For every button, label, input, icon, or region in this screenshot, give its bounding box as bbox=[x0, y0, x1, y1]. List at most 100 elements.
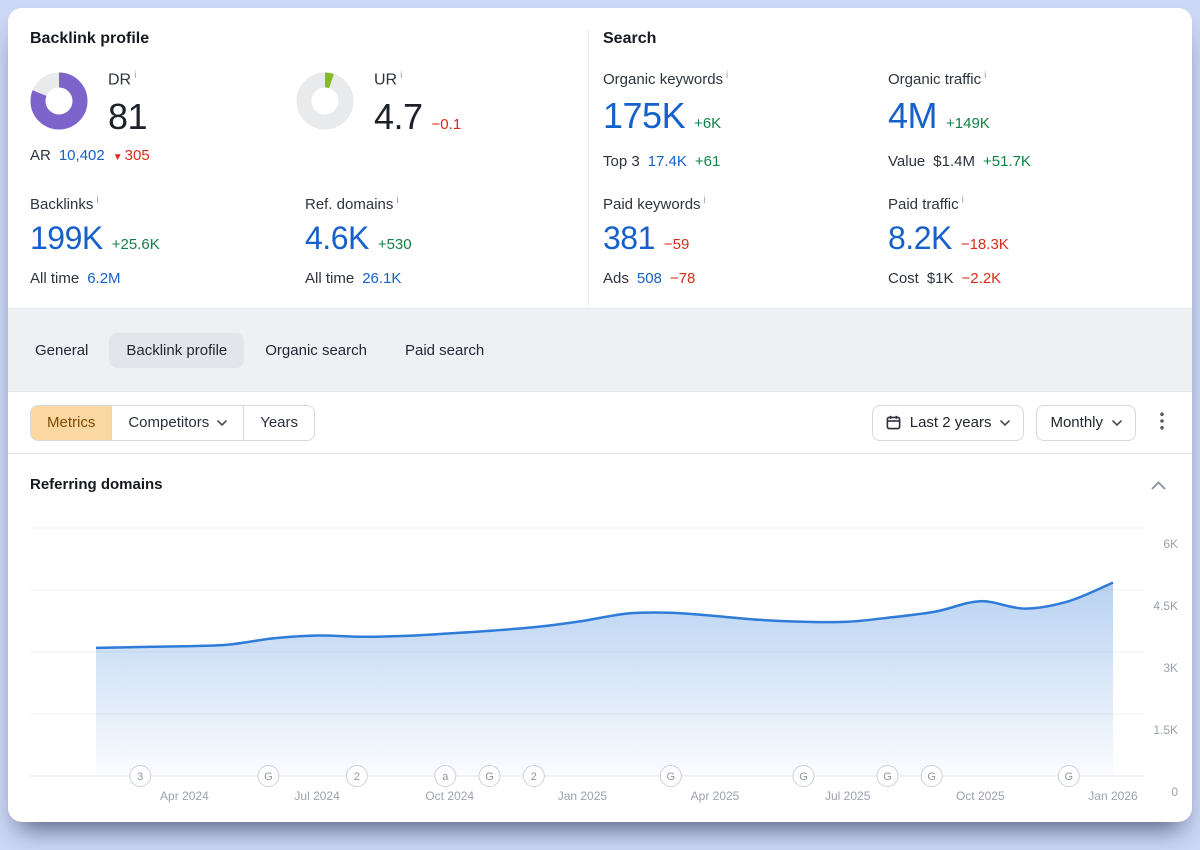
svg-text:G: G bbox=[883, 771, 892, 783]
ur-metric: URi 4.7 −0.1 bbox=[374, 70, 461, 138]
ur-gauge bbox=[296, 72, 354, 130]
tab-backlink-profile[interactable]: Backlink profile bbox=[109, 333, 244, 368]
axis-marker[interactable]: a bbox=[435, 766, 456, 787]
organic-keywords-change: +6K bbox=[694, 115, 721, 132]
paid-keywords-value: 381 bbox=[603, 220, 655, 257]
info-icon[interactable]: i bbox=[396, 195, 398, 206]
ref-domains-change: +530 bbox=[378, 236, 412, 253]
svg-text:G: G bbox=[667, 771, 676, 783]
axis-marker[interactable]: G bbox=[660, 766, 681, 787]
backlinks-change: +25.6K bbox=[112, 236, 160, 253]
axis-marker[interactable]: 2 bbox=[346, 766, 367, 787]
svg-text:G: G bbox=[927, 771, 936, 783]
x-tick-label: Oct 2024 bbox=[425, 789, 474, 803]
paid-keywords-sub: Ads 508 −78 bbox=[603, 270, 706, 287]
info-icon[interactable]: i bbox=[726, 70, 728, 81]
chart-area-fill bbox=[96, 583, 1113, 776]
competitors-toggle[interactable]: Competitors bbox=[111, 406, 243, 440]
axis-marker[interactable]: 2 bbox=[523, 766, 544, 787]
toolbar-right: Last 2 years Monthly bbox=[872, 405, 1170, 441]
x-tick-label: Jul 2024 bbox=[294, 789, 340, 803]
ref-domains-metric: Ref. domainsi 4.6K +530 All time 26.1K bbox=[305, 195, 412, 287]
svg-text:a: a bbox=[442, 771, 449, 783]
info-icon[interactable]: i bbox=[984, 70, 986, 81]
date-range-select[interactable]: Last 2 years bbox=[872, 405, 1025, 441]
info-icon[interactable]: i bbox=[134, 70, 136, 81]
axis-marker[interactable]: 3 bbox=[130, 766, 151, 787]
y-tick-label: 4.5K bbox=[1153, 599, 1178, 613]
view-toggle-group: Metrics Competitors Years bbox=[30, 405, 315, 441]
x-tick-label: Oct 2025 bbox=[956, 789, 1005, 803]
axis-marker[interactable]: G bbox=[479, 766, 500, 787]
organic-keywords-value: 175K bbox=[603, 95, 685, 137]
axis-marker[interactable]: G bbox=[793, 766, 814, 787]
axis-marker[interactable]: G bbox=[258, 766, 279, 787]
metrics-toggle[interactable]: Metrics bbox=[31, 406, 111, 440]
svg-text:2: 2 bbox=[354, 771, 360, 783]
dr-value: 81 bbox=[108, 96, 147, 138]
ar-change: ▼305 bbox=[113, 147, 150, 164]
axis-marker[interactable]: G bbox=[877, 766, 898, 787]
paid-traffic-metric: Paid traffici 8.2K −18.3K Cost $1K −2.2K bbox=[888, 195, 1009, 287]
organic-keywords-label: Organic keywordsi bbox=[603, 70, 728, 88]
ar-value: 10,402 bbox=[59, 147, 105, 164]
svg-text:G: G bbox=[485, 771, 494, 783]
axis-marker[interactable]: G bbox=[1058, 766, 1079, 787]
info-icon[interactable]: i bbox=[962, 195, 964, 206]
chart-title: Referring domains bbox=[30, 476, 163, 493]
x-tick-label: Apr 2024 bbox=[160, 789, 209, 803]
more-options-button[interactable] bbox=[1154, 408, 1170, 437]
dr-label: DRi bbox=[108, 70, 147, 89]
info-icon[interactable]: i bbox=[400, 70, 402, 81]
metrics-section: Backlink profile Search DRi 81 AR 10,402… bbox=[8, 8, 1192, 308]
paid-keywords-metric: Paid keywordsi 381 −59 Ads 508 −78 bbox=[603, 195, 706, 287]
dr-gauge bbox=[30, 72, 88, 130]
backlinks-label: Backlinksi bbox=[30, 195, 160, 213]
organic-traffic-sub: Value $1.4M +51.7K bbox=[888, 153, 1031, 170]
svg-text:G: G bbox=[799, 771, 808, 783]
backlinks-value: 199K bbox=[30, 220, 103, 257]
collapse-panel-button[interactable] bbox=[1147, 474, 1170, 497]
organic-keywords-metric: Organic keywordsi 175K +6K Top 3 17.4K +… bbox=[603, 70, 728, 170]
y-tick-label: 3K bbox=[1163, 661, 1178, 675]
organic-traffic-label: Organic traffici bbox=[888, 70, 1031, 88]
x-tick-label: Jan 2026 bbox=[1088, 789, 1138, 803]
svg-text:2: 2 bbox=[531, 771, 537, 783]
section-tabs: General Backlink profile Organic search … bbox=[8, 308, 1192, 392]
ur-label: URi bbox=[374, 70, 461, 89]
paid-keywords-change: −59 bbox=[664, 236, 689, 253]
tab-paid-search[interactable]: Paid search bbox=[388, 333, 501, 368]
svg-text:G: G bbox=[1065, 771, 1074, 783]
chevron-down-icon bbox=[1112, 420, 1122, 426]
paid-traffic-sub: Cost $1K −2.2K bbox=[888, 270, 1009, 287]
backlinks-metric: Backlinksi 199K +25.6K All time 6.2M bbox=[30, 195, 160, 287]
dr-metric: DRi 81 bbox=[108, 70, 147, 138]
x-tick-label: Jan 2025 bbox=[558, 789, 608, 803]
referring-domains-chart[interactable]: 01.5K3K4.5K6KApr 2024Jul 2024Oct 2024Jan… bbox=[8, 516, 1192, 811]
backlinks-alltime: All time 6.2M bbox=[30, 270, 160, 287]
chevron-down-icon bbox=[217, 420, 227, 426]
section-divider bbox=[588, 30, 589, 306]
ur-change: −0.1 bbox=[432, 116, 462, 133]
info-icon[interactable]: i bbox=[704, 195, 706, 206]
years-toggle[interactable]: Years bbox=[243, 406, 314, 440]
tab-organic-search[interactable]: Organic search bbox=[248, 333, 384, 368]
paid-traffic-value: 8.2K bbox=[888, 220, 952, 257]
organic-traffic-change: +149K bbox=[946, 115, 990, 132]
paid-keywords-label: Paid keywordsi bbox=[603, 195, 706, 213]
triangle-down-icon: ▼ bbox=[113, 152, 123, 163]
y-tick-label: 6K bbox=[1163, 537, 1178, 551]
tab-general[interactable]: General bbox=[18, 333, 105, 368]
kebab-icon bbox=[1160, 412, 1164, 430]
referring-domains-panel: Referring domains 01.5K3K4.5K6KApr 2024J… bbox=[8, 454, 1192, 821]
organic-traffic-value: 4M bbox=[888, 95, 937, 137]
granularity-select[interactable]: Monthly bbox=[1036, 405, 1136, 441]
search-heading: Search bbox=[603, 30, 656, 48]
y-tick-label: 1.5K bbox=[1153, 723, 1178, 737]
organic-traffic-metric: Organic traffici 4M +149K Value $1.4M +5… bbox=[888, 70, 1031, 170]
svg-text:G: G bbox=[264, 771, 273, 783]
axis-marker[interactable]: G bbox=[921, 766, 942, 787]
svg-text:3: 3 bbox=[137, 771, 143, 783]
info-icon[interactable]: i bbox=[96, 195, 98, 206]
x-tick-label: Apr 2025 bbox=[691, 789, 740, 803]
